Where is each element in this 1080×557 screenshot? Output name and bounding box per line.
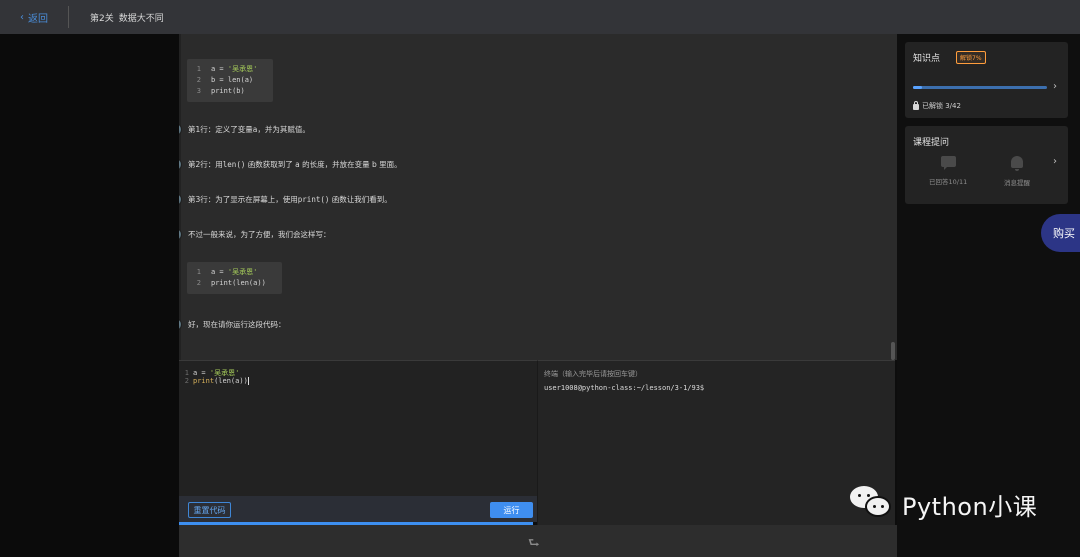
watermark-text: Python小课 xyxy=(902,492,1038,521)
code-line: 2 print(len(a)) xyxy=(195,278,272,289)
watermark: Python小课 xyxy=(848,484,1037,524)
editor-line: 2 print(len(a)) xyxy=(179,377,537,385)
chevron-left-icon: ‹ xyxy=(20,12,24,23)
unlocked-text: 已解锁 3/42 xyxy=(922,102,961,110)
code-line: 1 a = '吴承恩' xyxy=(195,267,272,278)
unlocked-count: 已解锁 3/42 xyxy=(913,101,961,111)
message-text: 好，现在请你运行这段代码： xyxy=(188,320,286,329)
knowledge-title: 知识点 xyxy=(913,54,941,64)
chat-message: 第2行：用len() 函数获取到了 a 的长度，并放在变量 b 里面。 xyxy=(179,158,402,171)
message-text: 第3行：为了显示在屏幕上，使用print() 函数让我们看到。 xyxy=(188,195,392,204)
code-text: print(len(a)) xyxy=(193,377,249,385)
code-text: print(len(a)) xyxy=(211,279,266,287)
line-number: 2 xyxy=(196,279,201,287)
buy-button[interactable]: 购买 xyxy=(1041,214,1080,252)
run-button[interactable]: 运行 xyxy=(490,502,533,518)
reset-code-button[interactable]: 重置代码 xyxy=(188,502,231,518)
line-number: 3 xyxy=(196,87,201,95)
questions-panel[interactable]: 课程提问 已回答10/11 消息提醒 › xyxy=(905,126,1068,204)
code-example-2: 1 a = '吴承恩' 2 print(len(a)) xyxy=(187,262,282,294)
code-line: 2 b = len(a) xyxy=(195,75,263,86)
code-text: a = '吴承恩' xyxy=(211,268,258,276)
bell-icon xyxy=(1011,156,1023,171)
text-cursor xyxy=(247,377,249,385)
message-text: 不过一般来说，为了方便，我们会这样写： xyxy=(188,230,331,239)
back-label: 返回 xyxy=(28,14,48,25)
back-link[interactable]: ‹ 返回 xyxy=(20,10,48,25)
chat-message: 第3行：为了显示在屏幕上，使用print() 函数让我们看到。 xyxy=(179,193,392,206)
terminal-title: 终端（输入完毕后请按回车键） xyxy=(544,370,642,378)
top-bar: ‹ 返回 第2关 数据大不同 xyxy=(0,0,1080,34)
line-number: 2 xyxy=(184,377,189,385)
terminal-panel[interactable]: 终端（输入完毕后请按回车键） user1008@python-class:~/l… xyxy=(537,360,895,525)
line-number: 2 xyxy=(196,76,201,84)
chat-message: 不过一般来说，为了方便，我们会这样写： xyxy=(179,228,331,241)
remind-item[interactable]: 消息提醒 xyxy=(1004,156,1030,187)
level-title: 数据大不同 xyxy=(118,14,164,24)
chat-message: 好，现在请你运行这段代码： xyxy=(179,318,286,331)
code-example-1: 1 a = '吴承恩' 2 b = len(a) 3 print(b) xyxy=(187,59,273,102)
bottom-strip: ⮑ xyxy=(179,525,897,557)
line-number: 1 xyxy=(184,369,189,377)
answered-item[interactable]: 已回答10/11 xyxy=(929,156,967,186)
chat-icon xyxy=(940,156,956,170)
message-text: 第2行：用len() 函数获取到了 a 的长度，并放在变量 b 里面。 xyxy=(188,160,402,169)
scrollbar[interactable] xyxy=(891,342,895,360)
right-sidebar: 知识点 解锁7% › 已解锁 3/42 课程提问 已回答10/11 消息提醒 › xyxy=(897,34,1080,557)
remind-text: 消息提醒 xyxy=(1004,179,1030,187)
code-text: b = len(a) xyxy=(211,76,254,84)
knowledge-progress-fill xyxy=(913,86,923,89)
answered-text: 已回答10/11 xyxy=(929,178,968,186)
lesson-panel: 1 a = '吴承恩' 2 b = len(a) 3 print(b) 第1行：… xyxy=(179,34,897,360)
knowledge-panel[interactable]: 知识点 解锁7% › 已解锁 3/42 xyxy=(905,42,1068,118)
chevron-right-icon[interactable]: › xyxy=(1053,81,1057,92)
breadcrumb: 第2关 数据大不同 xyxy=(90,11,164,24)
chevron-right-icon[interactable]: › xyxy=(1053,156,1057,167)
level-number: 第2关 xyxy=(90,14,114,24)
code-text: a = '吴承恩' xyxy=(193,369,240,377)
chat-message: 第1行：定义了变量a，并为其赋值。 xyxy=(179,123,310,136)
divider xyxy=(68,6,69,28)
message-text: 第1行：定义了变量a，并为其赋值。 xyxy=(188,125,310,134)
terminal-prompt: user1008@python-class:~/lesson/3-1/93$ xyxy=(544,384,705,392)
line-number: 1 xyxy=(196,65,201,73)
questions-title: 课程提问 xyxy=(913,138,950,148)
code-line: 1 a = '吴承恩' xyxy=(195,64,263,75)
code-line: 3 print(b) xyxy=(195,86,263,97)
editor-toolbar: 重置代码 运行 xyxy=(179,496,537,522)
code-text: print(b) xyxy=(211,87,245,95)
unlock-badge: 解锁7% xyxy=(956,51,986,64)
code-text: a = '吴承恩' xyxy=(211,65,258,73)
editor-line: 1 a = '吴承恩' xyxy=(179,369,537,377)
line-number: 1 xyxy=(196,268,201,276)
left-column xyxy=(0,34,179,557)
knowledge-progress-bar xyxy=(913,86,1047,89)
code-editor[interactable]: 1 a = '吴承恩' 2 print(len(a)) xyxy=(179,360,537,496)
submit-arrow-icon[interactable]: ⮑ xyxy=(528,534,540,556)
wechat-icon xyxy=(848,484,896,524)
lock-icon xyxy=(913,101,919,110)
